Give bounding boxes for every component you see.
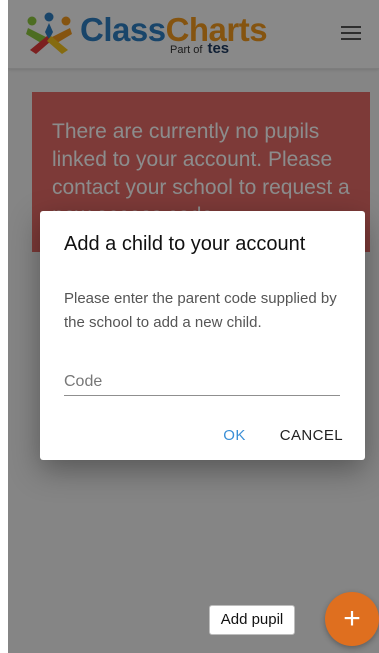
add-child-dialog: Add a child to your account Please enter…: [40, 211, 365, 460]
dialog-actions: OK CANCEL: [217, 423, 349, 448]
dialog-title: Add a child to your account: [64, 233, 306, 255]
ok-button[interactable]: OK: [217, 423, 251, 448]
app-screen: ClassCharts Part of tes There are curren…: [8, 0, 379, 653]
dialog-message: Please enter the parent code supplied by…: [64, 290, 337, 331]
parent-code-input[interactable]: [64, 369, 340, 396]
cancel-button[interactable]: CANCEL: [274, 423, 349, 448]
plus-icon[interactable]: +: [325, 592, 379, 646]
add-pupil-button[interactable]: Add pupil: [209, 605, 295, 635]
